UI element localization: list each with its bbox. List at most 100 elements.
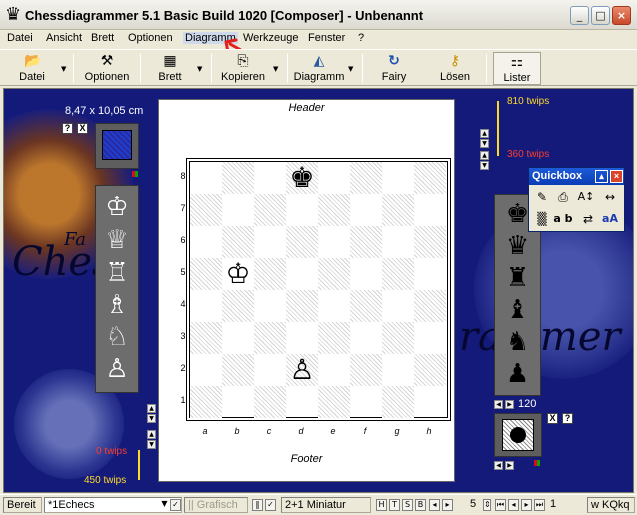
stipulation-h-button[interactable]: H (376, 499, 387, 511)
board-square-c4[interactable] (254, 290, 286, 322)
check-icon[interactable]: ✓ (265, 499, 276, 511)
width-icon[interactable]: ↔ (601, 188, 619, 206)
white-knight-palette-icon[interactable]: ♘ (96, 322, 138, 352)
board-square-g1[interactable] (382, 386, 414, 418)
board-square-b7[interactable] (222, 194, 254, 226)
board-square-d6[interactable] (286, 226, 318, 258)
board-square-a2[interactable] (190, 354, 222, 386)
close-panel-button[interactable]: X (547, 413, 558, 424)
ab-icon[interactable]: a b (551, 210, 575, 228)
spin-up-button[interactable]: ▲ (147, 404, 156, 413)
board-square-e1[interactable] (318, 386, 350, 418)
stipulation-t-button[interactable]: T (389, 499, 400, 511)
brett-dropdown-arrow[interactable]: ▼ (197, 65, 202, 73)
toolbar-diagramm-button[interactable]: ◭ Diagramm (292, 52, 346, 85)
spin-left-button[interactable]: ◀ (494, 461, 503, 470)
menu-fenster[interactable]: Fenster (308, 32, 345, 44)
board-square-h1[interactable] (414, 386, 446, 418)
menu-optionen[interactable]: Optionen (128, 32, 173, 44)
pattern-icon[interactable]: ▒ (533, 210, 551, 228)
board-square-b3[interactable] (222, 322, 254, 354)
spin-up-button[interactable]: ▲ (480, 151, 489, 160)
diagram-header[interactable]: Header (159, 102, 454, 114)
white-king-palette-icon[interactable]: ♔ (96, 192, 138, 222)
toolbar-loesen-button[interactable]: ⚷ Lösen (432, 52, 478, 85)
black-rook-palette-icon[interactable]: ♜ (495, 263, 540, 293)
board-square-f6[interactable] (350, 226, 382, 258)
white-piece-d2[interactable]: ♙ (286, 354, 318, 386)
datei-dropdown-arrow[interactable]: ▼ (61, 65, 66, 73)
diagram-workarea[interactable]: Chess Fa rammer 8,47 x 10,05 cm ? X ♔ ♕ … (3, 88, 634, 493)
font-confirm-check-icon[interactable]: ✓ (170, 499, 181, 511)
board-square-d7[interactable] (286, 194, 318, 226)
board-square-d3[interactable] (286, 322, 318, 354)
board-square-f3[interactable] (350, 322, 382, 354)
board-square-f4[interactable] (350, 290, 382, 322)
board-square-f2[interactable] (350, 354, 382, 386)
board-square-d5[interactable] (286, 258, 318, 290)
board-square-d4[interactable] (286, 290, 318, 322)
board-square-e6[interactable] (318, 226, 350, 258)
diagram-page[interactable]: Header ♚ ♔ ♙ 8 7 6 5 4 3 2 1 a b c d e f g h Footer (158, 99, 455, 482)
board-square-g4[interactable] (382, 290, 414, 322)
board-square-a1[interactable] (190, 386, 222, 418)
white-rook-palette-icon[interactable]: ♖ (96, 258, 138, 288)
grafisch-toggle[interactable]: || Grafisch (184, 497, 248, 513)
stamp-icon[interactable]: ⎙ (554, 188, 572, 206)
menu-brett[interactable]: Brett (91, 32, 114, 44)
board-square-e4[interactable] (318, 290, 350, 322)
quickbox-expand-button[interactable]: ▴ (595, 170, 608, 183)
toolbar-brett-button[interactable]: ▦ Brett (148, 52, 192, 85)
quickbox-title-bar[interactable]: Quickbox ▴ × (529, 168, 624, 185)
board-square-f5[interactable] (350, 258, 382, 290)
board-square-e2[interactable] (318, 354, 350, 386)
spin-left-button[interactable]: ◀ (494, 400, 503, 409)
close-panel-button[interactable]: X (77, 123, 88, 134)
board-square-h8[interactable] (414, 162, 446, 194)
pause-icon[interactable]: ‖ (252, 499, 263, 511)
board-square-b6[interactable] (222, 226, 254, 258)
toolbar-kopieren-button[interactable]: ⎘ Kopieren (218, 52, 268, 85)
board-square-b8[interactable] (222, 162, 254, 194)
board-square-g5[interactable] (382, 258, 414, 290)
diagramm-dropdown-arrow[interactable]: ▼ (348, 65, 353, 73)
back-icon[interactable]: ◂ (508, 499, 519, 511)
board-square-e7[interactable] (318, 194, 350, 226)
close-button[interactable]: × (612, 6, 631, 25)
help-button[interactable]: ? (562, 413, 573, 424)
board-square-c8[interactable] (254, 162, 286, 194)
diagram-footer[interactable]: Footer (159, 453, 454, 465)
board-square-h5[interactable] (414, 258, 446, 290)
board-square-a8[interactable] (190, 162, 222, 194)
board-square-b1[interactable] (222, 386, 254, 418)
board-square-a5[interactable] (190, 258, 222, 290)
board-square-c1[interactable] (254, 386, 286, 418)
board-square-e5[interactable] (318, 258, 350, 290)
maximize-button[interactable]: □ (591, 6, 610, 25)
menu-ansicht[interactable]: Ansicht (46, 32, 82, 44)
board-square-h4[interactable] (414, 290, 446, 322)
font-select-dropdown-icon[interactable]: ▼ (159, 499, 170, 511)
black-knight-palette-icon[interactable]: ♞ (495, 327, 540, 357)
board-square-g2[interactable] (382, 354, 414, 386)
toolbar-datei-button[interactable]: 📂 Datei (6, 52, 58, 85)
font-size-icon[interactable]: A↕ (577, 188, 595, 206)
board-color-swatch[interactable] (102, 130, 132, 160)
stipulation-b-button[interactable]: B (415, 499, 426, 511)
minimize-button[interactable]: _ (570, 6, 589, 25)
dark-square-pattern-swatch[interactable] (502, 419, 534, 451)
board-square-f8[interactable] (350, 162, 382, 194)
board-square-a4[interactable] (190, 290, 222, 322)
board-square-f1[interactable] (350, 386, 382, 418)
board-square-g6[interactable] (382, 226, 414, 258)
board-square-g8[interactable] (382, 162, 414, 194)
kopieren-dropdown-arrow[interactable]: ▼ (273, 65, 278, 73)
board-square-c7[interactable] (254, 194, 286, 226)
forward-icon[interactable]: ▸ (521, 499, 532, 511)
spin-page-icon[interactable]: ⇕ (483, 499, 491, 511)
spin-up-button[interactable]: ▲ (147, 430, 156, 439)
toolbar-optionen-button[interactable]: ⚒ Optionen (80, 52, 134, 85)
board-square-h7[interactable] (414, 194, 446, 226)
board-square-a7[interactable] (190, 194, 222, 226)
spin-down-button[interactable]: ▼ (480, 139, 489, 148)
